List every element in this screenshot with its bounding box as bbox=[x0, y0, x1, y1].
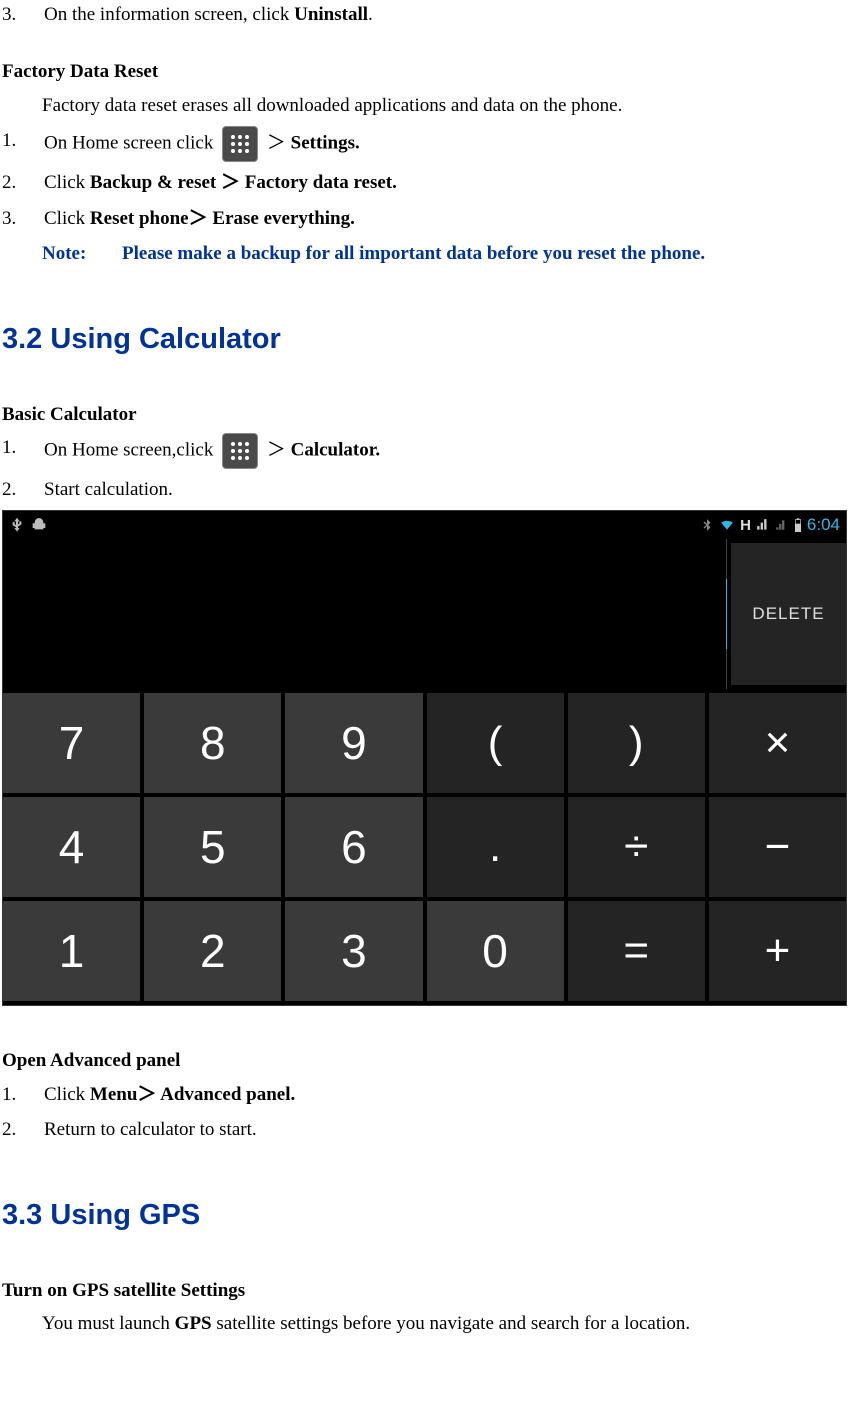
calc-key-([interactable]: ( bbox=[427, 693, 564, 793]
text: On Home screen,click bbox=[44, 439, 218, 460]
calc-key-4[interactable]: 4 bbox=[3, 797, 140, 897]
open-advanced-panel-heading: Open Advanced panel bbox=[2, 1046, 863, 1075]
apps-grid-icon bbox=[222, 126, 258, 162]
calc-key-=[interactable]: = bbox=[568, 901, 705, 1001]
uninstall-step-3: 3. On the information screen, click Unin… bbox=[2, 0, 863, 29]
turn-on-gps-heading: Turn on GPS satellite Settings bbox=[2, 1276, 863, 1305]
delete-button[interactable]: DELETE bbox=[731, 543, 846, 685]
list-number: 3. bbox=[2, 0, 44, 29]
list-body: Start calculation. bbox=[44, 475, 863, 504]
calc-key-−[interactable]: − bbox=[709, 797, 846, 897]
factory-intro: Factory data reset erases all downloaded… bbox=[42, 91, 863, 120]
list-number: 3. bbox=[2, 204, 44, 233]
advanced-step-1: 1. Click Menu＞ Advanced panel. bbox=[2, 1080, 863, 1109]
list-body: Click Reset phone＞ Erase everything. bbox=[44, 204, 863, 233]
list-number: 2. bbox=[2, 475, 44, 504]
calc-key-3[interactable]: 3 bbox=[285, 901, 422, 1001]
list-body: On the information screen, click Uninsta… bbox=[44, 0, 863, 29]
factory-data-reset-heading: Factory Data Reset bbox=[2, 57, 863, 86]
note-label: Note: bbox=[42, 239, 122, 268]
backup-reset-label: Backup & reset bbox=[90, 172, 216, 193]
advanced-panel-label: Advanced panel. bbox=[160, 1084, 295, 1105]
status-right: H 6:04 bbox=[700, 512, 840, 538]
status-clock: 6:04 bbox=[807, 512, 840, 538]
gps-label: GPS bbox=[175, 1313, 212, 1334]
list-number: 1. bbox=[2, 126, 44, 162]
factory-step-1: 1. On Home screen click ＞ Settings. bbox=[2, 126, 863, 162]
battery-icon bbox=[793, 517, 803, 533]
text: Click bbox=[44, 208, 90, 229]
apps-grid-icon bbox=[222, 433, 258, 469]
list-number: 1. bbox=[2, 1080, 44, 1109]
list-number: 2. bbox=[2, 168, 44, 197]
factory-data-reset-label: Factory data reset. bbox=[245, 172, 397, 193]
text: You must launch bbox=[42, 1313, 175, 1334]
advanced-step-2: 2. Return to calculator to start. bbox=[2, 1115, 863, 1144]
calc-key-2[interactable]: 2 bbox=[144, 901, 281, 1001]
reset-phone-label: Reset phone bbox=[90, 208, 189, 229]
bluetooth-icon bbox=[700, 518, 714, 532]
list-number: 2. bbox=[2, 1115, 44, 1144]
menu-label: Menu bbox=[90, 1084, 138, 1105]
gps-intro: You must launch GPS satellite settings b… bbox=[42, 1309, 863, 1338]
wifi-icon bbox=[718, 518, 736, 532]
calculator-display[interactable] bbox=[3, 539, 727, 689]
note-text: Please make a backup for all important d… bbox=[122, 239, 705, 268]
factory-step-2: 2. Click Backup & reset ＞ Factory data r… bbox=[2, 168, 863, 197]
list-body: On Home screen click ＞ Settings. bbox=[44, 126, 863, 162]
factory-step-3: 3. Click Reset phone＞ Erase everything. bbox=[2, 204, 863, 233]
text: satellite settings before you navigate a… bbox=[212, 1313, 691, 1334]
calc-key-.[interactable]: . bbox=[427, 797, 564, 897]
uninstall-label: Uninstall bbox=[294, 4, 368, 25]
calculator-keypad: 789()× 456.÷− 1230=+ bbox=[3, 689, 846, 1005]
signal-icon bbox=[755, 518, 771, 532]
android-icon bbox=[31, 517, 47, 533]
calculator-screenshot: H 6:04 DELETE 789()× 456.÷− 1230=+ bbox=[2, 510, 847, 1006]
gt-separator: ＞ bbox=[267, 133, 291, 154]
calc-key-6[interactable]: 6 bbox=[285, 797, 422, 897]
calc-key-9[interactable]: 9 bbox=[285, 693, 422, 793]
list-body: Click Backup & reset ＞ Factory data rese… bbox=[44, 168, 863, 197]
text: Click bbox=[44, 1084, 90, 1105]
status-left bbox=[9, 517, 47, 533]
section-3-2-heading: 3.2 Using Calculator bbox=[2, 317, 863, 362]
basic-calculator-heading: Basic Calculator bbox=[2, 400, 863, 429]
calc-key-+[interactable]: + bbox=[709, 901, 846, 1001]
calc-key-×[interactable]: × bbox=[709, 693, 846, 793]
calc-key-1[interactable]: 1 bbox=[3, 901, 140, 1001]
gt-separator: ＞ bbox=[267, 439, 291, 460]
calc-step-1: 1. On Home screen,click ＞ Calculator. bbox=[2, 433, 863, 469]
status-bar: H 6:04 bbox=[3, 511, 846, 539]
calc-key-7[interactable]: 7 bbox=[3, 693, 140, 793]
calc-key-8[interactable]: 8 bbox=[144, 693, 281, 793]
calc-key-5[interactable]: 5 bbox=[144, 797, 281, 897]
calculator-display-row: DELETE bbox=[3, 539, 846, 689]
usb-icon bbox=[9, 517, 25, 533]
erase-everything-label: Erase everything. bbox=[212, 208, 354, 229]
list-body: Click Menu＞ Advanced panel. bbox=[44, 1080, 863, 1109]
section-3-3-heading: 3.3 Using GPS bbox=[2, 1193, 863, 1238]
list-number: 1. bbox=[2, 433, 44, 469]
text: On Home screen click bbox=[44, 133, 218, 154]
gt-separator: ＞ bbox=[189, 208, 213, 229]
text: . bbox=[368, 4, 373, 25]
calculator-label: Calculator. bbox=[291, 439, 381, 460]
gt-separator: ＞ bbox=[137, 1084, 160, 1105]
gt-separator: ＞ bbox=[216, 172, 245, 193]
text: On the information screen, click bbox=[44, 4, 294, 25]
calc-step-2: 2. Start calculation. bbox=[2, 475, 863, 504]
settings-label: Settings. bbox=[291, 133, 360, 154]
text: Click bbox=[44, 172, 90, 193]
signal-weak-icon bbox=[775, 518, 789, 532]
calc-key-÷[interactable]: ÷ bbox=[568, 797, 705, 897]
calc-key-0[interactable]: 0 bbox=[427, 901, 564, 1001]
list-body: On Home screen,click ＞ Calculator. bbox=[44, 433, 863, 469]
backup-note: Note: Please make a backup for all impor… bbox=[42, 239, 863, 268]
calc-key-)[interactable]: ) bbox=[568, 693, 705, 793]
list-body: Return to calculator to start. bbox=[44, 1115, 863, 1144]
network-h-icon: H bbox=[740, 514, 751, 537]
